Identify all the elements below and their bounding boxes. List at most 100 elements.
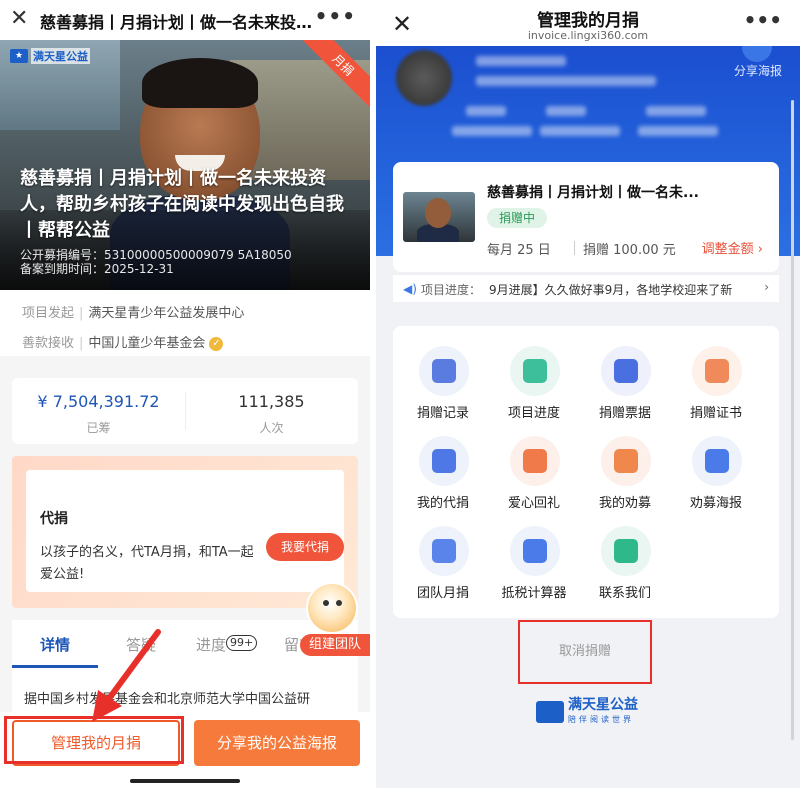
separator: | — [79, 336, 84, 351]
my-proxy-donation-icon — [419, 436, 469, 486]
icon-glyph — [523, 449, 547, 473]
verified-icon: ✓ — [209, 336, 224, 351]
icon-glyph — [432, 539, 456, 563]
adjust-amount-label: 调整金额 — [701, 242, 754, 257]
menu-item[interactable]: 劝募海报 — [668, 436, 764, 522]
registration-number: 公开募捐编号：53100000500009079 5A18050 — [20, 248, 292, 262]
top-bar: ✕ 慈善募捐丨月捐计划丨做一名未来投… ••• — [0, 0, 370, 40]
page-url: invoice.lingxi360.com — [527, 29, 649, 42]
progress-label: 项目进度： — [421, 283, 482, 297]
blurred-text — [466, 106, 506, 116]
donation-stats: ¥ 7,504,391.72 已筹 111,385 人次 — [12, 378, 358, 444]
tab-progress[interactable]: 进度 99+ — [196, 634, 258, 655]
menu-item[interactable]: 联系我们 — [577, 526, 673, 612]
brand-logo-icon: ★ — [10, 49, 28, 63]
proxy-description: 以孩子的名义，代TA月捐，和TA一起爱公益! — [40, 545, 254, 582]
project-progress-icon — [510, 346, 560, 396]
hero-child-hair — [142, 58, 258, 108]
separator: | — [79, 306, 84, 321]
adjust-amount-link[interactable]: 调整金额 › — [702, 238, 763, 257]
blurred-text — [646, 106, 706, 116]
share-poster-button[interactable]: 分享我的公益海报 — [194, 720, 360, 766]
menu-item[interactable]: 抵税计算器 — [486, 526, 582, 612]
cancel-donation-button[interactable]: 取消捐赠 — [518, 620, 652, 684]
project-progress-ticker[interactable]: ◀) 项目进度： 9月进展】久久做好事9月，各地学校迎来了新 › — [393, 274, 779, 302]
icon-glyph — [614, 449, 638, 473]
project-hero-image: ★ 满天星公益 月捐 慈善募捐丨月捐计划丨做一名未来投资人，帮助乡村孩子在阅读中… — [0, 40, 370, 290]
menu-item[interactable]: 项目进度 — [486, 346, 582, 432]
menu-item[interactable]: 捐赠证书 — [668, 346, 764, 432]
icon-glyph — [523, 539, 547, 563]
status-badge: 捐赠中 — [487, 208, 548, 228]
blurred-text — [546, 106, 586, 116]
more-icon[interactable]: ••• — [744, 8, 782, 32]
my-fundraising-icon — [601, 436, 651, 486]
project-title: 慈善募捐丨月捐计划丨做一名未来投资人，帮助乡村孩子在阅读中发现出色自我丨帮帮公益 — [20, 168, 344, 241]
progress-text: 9月进展】久久做好事9月，各地学校迎来了新 — [489, 283, 733, 297]
receiver-row: 善款接收 | 中国儿童少年基金会 ✓ — [22, 332, 224, 351]
icon-glyph — [705, 359, 729, 383]
menu-item[interactable]: 捐赠票据 — [577, 346, 673, 432]
blurred-text — [638, 126, 718, 136]
donors-count: 111,385 — [238, 392, 305, 411]
menu-item-label: 捐赠票据 — [598, 406, 651, 421]
donation-certificate-icon — [692, 346, 742, 396]
more-icon[interactable]: ••• — [315, 4, 356, 28]
home-indicator — [130, 779, 240, 783]
blurred-text — [452, 126, 532, 136]
project-thumbnail — [403, 192, 475, 242]
donors-stat: 111,385 人次 — [185, 392, 358, 436]
donation-amount: 捐赠 100.00 元 — [583, 243, 676, 258]
scrollbar[interactable] — [791, 100, 794, 740]
brand-footer: 满天星公益 陪伴阅读世界 — [536, 698, 638, 725]
right-screen: ✕ 管理我的月捐 invoice.lingxi360.com ••• 分享海报 … — [376, 0, 800, 788]
donation-receipt-icon — [601, 346, 651, 396]
icon-glyph — [614, 539, 638, 563]
raised-label: 已筹 — [86, 421, 111, 435]
monthly-plan-card[interactable]: 慈善募捐丨月捐计划丨做一名未... 捐赠中 每月 25 日 捐赠 100.00 … — [393, 162, 779, 272]
speaker-icon: ◀) — [403, 282, 417, 296]
contact-us-icon — [601, 526, 651, 576]
icon-glyph — [523, 359, 547, 383]
menu-item[interactable]: 团队月捐 — [395, 526, 491, 612]
proxy-donate-button[interactable]: 我要代捐 — [266, 533, 344, 561]
raised-stat: ¥ 7,504,391.72 已筹 — [12, 392, 185, 436]
create-team-button[interactable]: 组建团队 — [300, 634, 370, 656]
proxy-donation-banner: 代捐 以孩子的名义，代TA月捐，和TA一起爱公益! 我要代捐 — [12, 456, 358, 608]
mascot-avatar[interactable] — [306, 582, 358, 634]
menu-item[interactable]: 爱心回礼 — [486, 436, 582, 522]
menu-item[interactable]: 我的劝募 — [577, 436, 673, 522]
brand-logo-text: 满天星公益 — [31, 48, 90, 64]
raised-amount: ¥ 7,504,391.72 — [37, 392, 160, 411]
menu-item-label: 我的代捐 — [416, 496, 469, 511]
menu-item-label: 团队月捐 — [416, 586, 469, 601]
menu-item[interactable]: 我的代捐 — [395, 436, 491, 522]
plan-title: 慈善募捐丨月捐计划丨做一名未... — [487, 185, 699, 201]
menu-item-label: 联系我们 — [598, 586, 651, 601]
blurred-text — [476, 76, 656, 86]
donation-day: 每月 25 日 — [487, 243, 551, 258]
receiver-value[interactable]: 中国儿童少年基金会 — [88, 336, 205, 351]
brand-name: 满天星公益 — [568, 697, 638, 713]
expiry-date: 备案到期时间：2025-12-31 — [20, 262, 174, 276]
tab-qa[interactable]: 答疑 — [126, 634, 156, 655]
close-icon[interactable]: ✕ — [10, 6, 28, 31]
share-poster-link[interactable]: 分享海报 — [734, 62, 782, 79]
menu-item-label: 爱心回礼 — [507, 496, 560, 511]
menu-item-label: 我的劝募 — [598, 496, 651, 511]
chevron-right-icon: › — [764, 280, 769, 294]
brand-text: 满天星公益 陪伴阅读世界 — [568, 698, 638, 725]
tab-details[interactable]: 详情 — [40, 634, 70, 655]
separator — [574, 241, 575, 255]
blurred-text — [540, 126, 620, 136]
project-description: 据中国乡村发展基金会和北京师范大学中国公益研 — [12, 668, 358, 712]
menu-item[interactable]: 捐赠记录 — [395, 346, 491, 432]
initiator-row: 项目发起 | 满天星青少年公益发展中心 — [22, 302, 244, 321]
initiator-value[interactable]: 满天星青少年公益发展中心 — [88, 306, 244, 321]
icon-glyph — [432, 359, 456, 383]
proxy-card: 代捐 以孩子的名义，代TA月捐，和TA一起爱公益! 我要代捐 — [26, 470, 344, 592]
receiver-label: 善款接收 — [22, 336, 75, 351]
initiator-label: 项目发起 — [22, 306, 75, 321]
highlight-box — [4, 716, 184, 764]
page-title: 管理我的月捐 — [537, 11, 639, 31]
